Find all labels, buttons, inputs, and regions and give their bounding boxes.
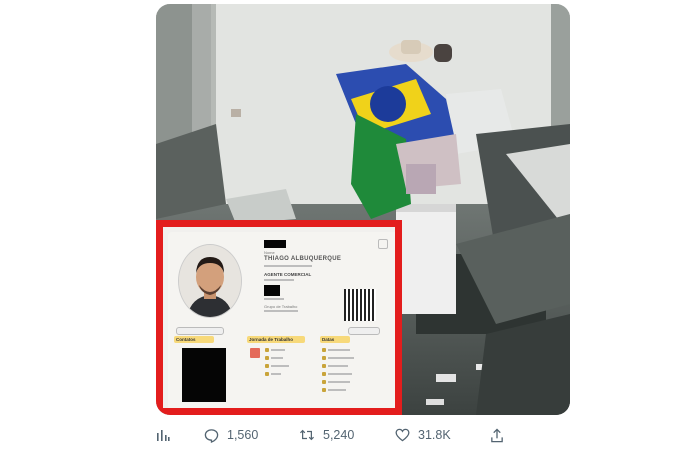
qr-code	[344, 289, 376, 321]
dates-title: Datas	[322, 337, 335, 342]
tweet-action-bar: 1,560 5,240 31.8K	[156, 424, 570, 446]
profile-photo	[178, 244, 242, 318]
reply-button[interactable]: 1,560	[204, 424, 258, 446]
heart-icon	[395, 428, 410, 442]
redacted-contacts	[182, 348, 226, 402]
person-role: AGENTE COMERCIAL	[264, 272, 312, 277]
analytics-button[interactable]	[156, 424, 170, 446]
highlighted-id-card: Nome THIAGO ALBUQUERQUE AGENTE COMERCIAL…	[156, 220, 402, 415]
share-button[interactable]	[490, 424, 504, 446]
reply-icon	[204, 428, 219, 443]
bar-chart-icon	[157, 430, 170, 441]
retweet-button[interactable]: 5,240	[299, 424, 354, 446]
retweet-count: 5,240	[323, 428, 355, 442]
work-group-label: Grupo de Trabalho	[264, 304, 298, 309]
work-hours-title: Jornada de Trabalho	[249, 337, 294, 342]
like-button[interactable]: 31.8K	[395, 424, 451, 446]
contacts-title: Contatos	[176, 337, 196, 342]
like-count: 31.8K	[418, 428, 451, 442]
retweet-icon	[300, 429, 314, 441]
id-badge: Nome THIAGO ALBUQUERQUE AGENTE COMERCIAL…	[168, 232, 395, 408]
reply-count: 1,560	[227, 428, 259, 442]
person-name: THIAGO ALBUQUERQUE	[264, 256, 342, 262]
share-icon	[491, 427, 503, 442]
tweet-media[interactable]: Nome THIAGO ALBUQUERQUE AGENTE COMERCIAL…	[156, 4, 570, 415]
name-label: Nome	[264, 250, 275, 255]
